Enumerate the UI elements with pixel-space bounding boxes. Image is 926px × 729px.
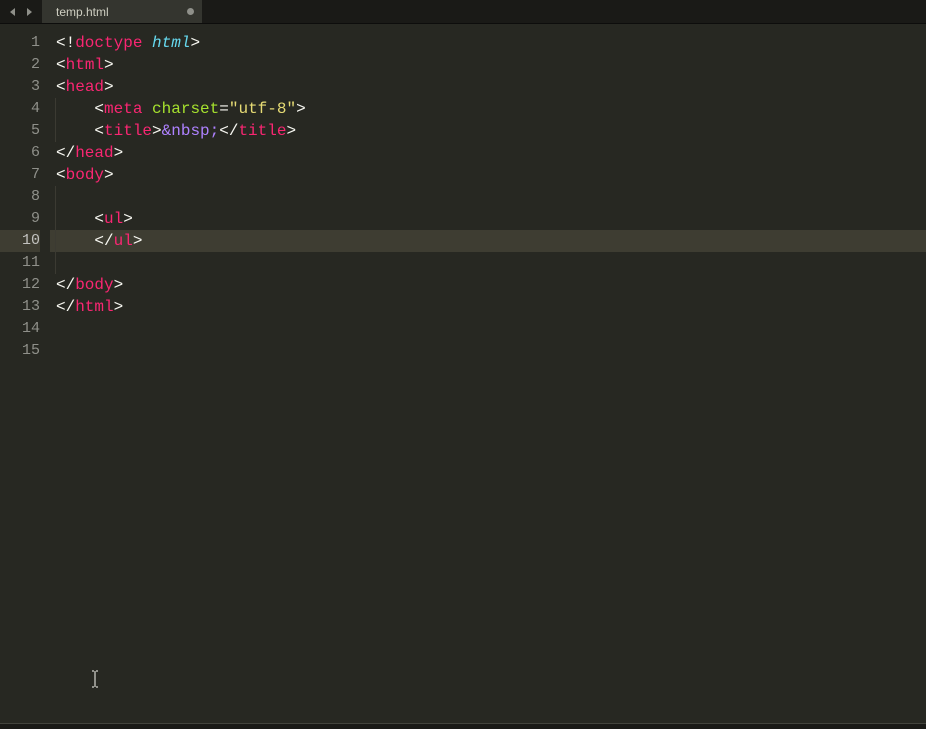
token: > (152, 122, 162, 140)
token (142, 34, 152, 52)
line-number: 12 (0, 274, 40, 296)
code-line[interactable] (50, 340, 926, 362)
code-content[interactable]: <!doctype html><html><head> <meta charse… (50, 24, 926, 723)
token: &nbsp; (162, 122, 220, 140)
token: > (104, 166, 114, 184)
token: > (114, 298, 124, 316)
nav-arrows (0, 0, 42, 23)
code-line[interactable]: </ul> (50, 230, 926, 252)
token: > (190, 34, 200, 52)
code-line[interactable] (50, 186, 926, 208)
token: < (94, 100, 104, 118)
token: doctype (75, 34, 142, 52)
line-number: 15 (0, 340, 40, 362)
token: < (94, 122, 104, 140)
code-line[interactable]: <!doctype html> (50, 32, 926, 54)
token: title (104, 122, 152, 140)
code-line[interactable]: <html> (50, 54, 926, 76)
editor-area[interactable]: 123456789101112131415 <!doctype html><ht… (0, 24, 926, 723)
token: </ (56, 276, 75, 294)
line-number: 7 (0, 164, 40, 186)
file-tab-label: temp.html (56, 5, 109, 19)
dirty-indicator-icon (187, 8, 194, 15)
token: <! (56, 34, 75, 52)
line-number: 2 (0, 54, 40, 76)
token: </ (219, 122, 238, 140)
token: "utf-8" (229, 100, 296, 118)
nav-back-icon[interactable] (6, 5, 20, 19)
line-number: 8 (0, 186, 40, 208)
line-number: 10 (0, 230, 40, 252)
token: title (238, 122, 286, 140)
token: meta (104, 100, 142, 118)
token: = (219, 100, 229, 118)
line-number: 13 (0, 296, 40, 318)
code-line[interactable]: <title>&nbsp;</title> (50, 120, 926, 142)
token: > (286, 122, 296, 140)
line-number: 14 (0, 318, 40, 340)
line-number: 6 (0, 142, 40, 164)
code-line[interactable]: </body> (50, 274, 926, 296)
line-number: 3 (0, 76, 40, 98)
line-number: 1 (0, 32, 40, 54)
line-number: 5 (0, 120, 40, 142)
token: > (114, 276, 124, 294)
token: > (104, 56, 114, 74)
token: > (104, 78, 114, 96)
line-number: 4 (0, 98, 40, 120)
line-number: 9 (0, 208, 40, 230)
token: body (66, 166, 104, 184)
code-line[interactable]: <meta charset="utf-8"> (50, 98, 926, 120)
code-line[interactable]: <head> (50, 76, 926, 98)
token: html (66, 56, 104, 74)
token: > (296, 100, 306, 118)
code-line[interactable]: </head> (50, 142, 926, 164)
token: < (56, 166, 66, 184)
token: > (123, 210, 133, 228)
token: html (152, 34, 190, 52)
token: charset (152, 100, 219, 118)
token: head (66, 78, 104, 96)
token: head (75, 144, 113, 162)
token: < (56, 56, 66, 74)
token: </ (56, 144, 75, 162)
status-bar (0, 723, 926, 729)
code-line[interactable]: <ul> (50, 208, 926, 230)
token: < (94, 210, 104, 228)
tab-bar: temp.html (0, 0, 926, 24)
token: </ (56, 298, 75, 316)
token: > (114, 144, 124, 162)
token: ul (114, 232, 133, 250)
token: ul (104, 210, 123, 228)
line-number: 11 (0, 252, 40, 274)
code-line[interactable] (50, 318, 926, 340)
token: < (56, 78, 66, 96)
token: > (133, 232, 143, 250)
code-line[interactable]: </html> (50, 296, 926, 318)
token (142, 100, 152, 118)
nav-forward-icon[interactable] (22, 5, 36, 19)
token: html (75, 298, 113, 316)
token: body (75, 276, 113, 294)
line-number-gutter: 123456789101112131415 (0, 24, 50, 723)
code-line[interactable]: <body> (50, 164, 926, 186)
token: </ (94, 232, 113, 250)
code-line[interactable] (50, 252, 926, 274)
file-tab[interactable]: temp.html (42, 0, 202, 23)
